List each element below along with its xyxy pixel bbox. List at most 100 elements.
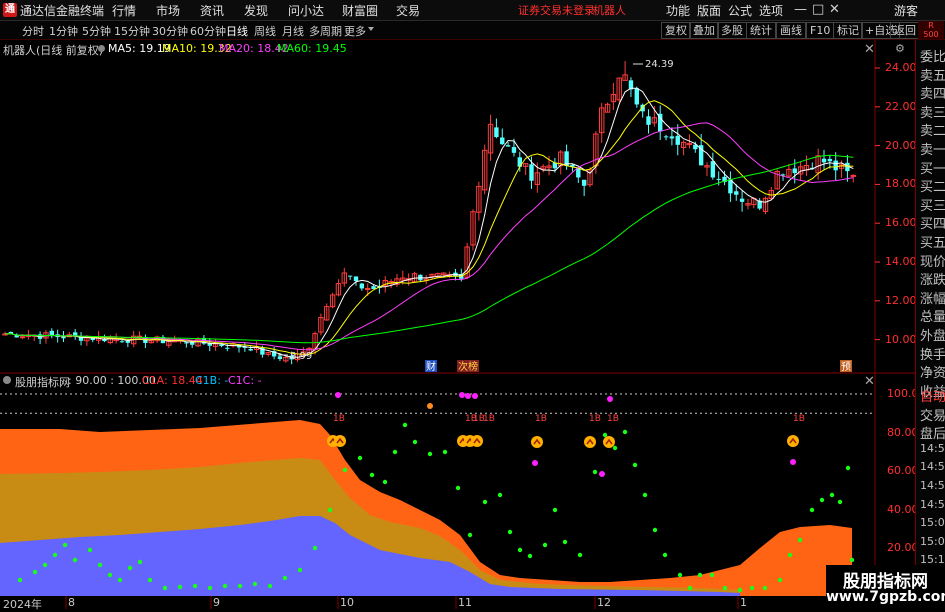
signal-label: 1B: [483, 414, 495, 424]
close-icon[interactable]: ✕: [829, 2, 840, 17]
candle-body: [833, 160, 838, 171]
menu-caifuquan[interactable]: 财富圈: [342, 2, 378, 19]
candle-body: [675, 135, 680, 145]
kline-chart[interactable]: 24.398.99财 次榜预 1B 1B 1B 1B 1B 1B1B 1B: [0, 40, 915, 609]
sidebar-item[interactable]: 14:56: [920, 479, 945, 492]
buy-signal-icon: [584, 436, 596, 448]
period-60min[interactable]: 60分钟: [190, 23, 226, 39]
date-tick-label: 12: [597, 596, 611, 609]
title-bar: 通 通达信金融终端 行情 市场 资讯 发现 问小达 财富圈 交易 证券交易未登录…: [0, 0, 945, 21]
low-price-label: 8.99: [290, 351, 312, 362]
sidebar-item[interactable]: 卖二: [920, 120, 945, 139]
sidebar-item[interactable]: 涨跌: [920, 269, 945, 288]
signal-label: 1B: [333, 414, 345, 424]
sidebar-item[interactable]: 委比: [920, 46, 945, 65]
menu-banmian[interactable]: 版面: [697, 2, 721, 19]
candle-body: [494, 127, 499, 138]
sidebar-item[interactable]: 净资: [920, 362, 945, 381]
price-tick-label: 12.00: [885, 293, 917, 307]
candle-body: [500, 137, 505, 145]
sidebar-item[interactable]: 买三: [920, 195, 945, 214]
period-30min[interactable]: 30分钟: [152, 23, 188, 39]
period-weekly[interactable]: 周线: [254, 23, 276, 39]
signal-dot: [819, 497, 825, 503]
indicator-tick-label: 60.00: [887, 464, 919, 478]
f10-button[interactable]: F10: [806, 22, 835, 39]
sidebar-item[interactable]: 卖四: [920, 83, 945, 102]
menu-zixun[interactable]: 资讯: [200, 2, 224, 19]
level2-badge[interactable]: R 500: [918, 21, 944, 39]
sidebar-item[interactable]: 15:00: [920, 516, 945, 529]
sidebar-item[interactable]: 买四: [920, 213, 945, 232]
sidebar-item[interactable]: 外盘: [920, 325, 945, 344]
guest-button[interactable]: 游客: [894, 2, 918, 19]
maximize-icon[interactable]: □: [812, 2, 824, 17]
login-warning[interactable]: 证券交易未登录: [518, 2, 595, 18]
menu-wenxiaoda[interactable]: 问小达: [288, 2, 324, 19]
sidebar-item[interactable]: 自动: [920, 386, 945, 405]
candle-body: [359, 283, 365, 289]
minimize-icon[interactable]: —: [794, 2, 807, 17]
candle-body: [634, 88, 639, 105]
buy-signal-icon: [334, 435, 346, 447]
signal-dot: [162, 585, 168, 591]
signal-dot: [52, 552, 58, 558]
sidebar-item[interactable]: 换手: [920, 344, 945, 363]
signal-label: 1B: [535, 414, 547, 424]
close-indicator-icon[interactable]: ✕: [864, 374, 875, 389]
huaxian-button[interactable]: 画线: [776, 22, 806, 39]
period-monthly[interactable]: 月线: [282, 23, 304, 39]
menu-shichang[interactable]: 市场: [156, 2, 180, 19]
sidebar-item[interactable]: 15:01: [920, 535, 945, 548]
sidebar-item[interactable]: 卖三: [920, 102, 945, 121]
candle-body: [850, 174, 856, 177]
sidebar-item[interactable]: 14:56: [920, 442, 945, 455]
back-button[interactable]: 返回: [890, 22, 920, 39]
candle-body: [792, 168, 797, 174]
menu-hangqing[interactable]: 行情: [112, 2, 136, 19]
sidebar-item[interactable]: 现价: [920, 251, 945, 270]
sidebar-item[interactable]: 买二: [920, 176, 945, 195]
sidebar-item[interactable]: 交易: [920, 405, 945, 424]
menu-xuanxiang[interactable]: 选项: [759, 2, 783, 19]
menu-gongneng[interactable]: 功能: [666, 2, 690, 19]
candle-body: [686, 143, 693, 146]
magenta-dot: [532, 460, 538, 466]
sidebar-item[interactable]: 14:56: [920, 460, 945, 473]
sidebar-item[interactable]: 买一: [920, 158, 945, 177]
signal-label: 1B: [465, 414, 477, 424]
indicator-settings-icon[interactable]: [3, 376, 11, 384]
biaoji-button[interactable]: 标记: [833, 22, 863, 39]
period-5min[interactable]: 5分钟: [82, 23, 111, 39]
period-15min[interactable]: 15分钟: [114, 23, 150, 39]
signal-dot: [722, 585, 728, 591]
period-1min[interactable]: 1分钟: [49, 23, 78, 39]
sidebar-item[interactable]: 涨幅: [920, 288, 945, 307]
price-tick-label: 14.00: [885, 255, 917, 268]
period-more[interactable]: 更多: [344, 23, 366, 39]
diejia-button[interactable]: 叠加: [689, 22, 719, 39]
candle-body: [821, 158, 827, 163]
period-fenshi[interactable]: 分时: [22, 23, 44, 39]
tongji-button[interactable]: 统计: [746, 22, 776, 39]
candle-body: [184, 342, 189, 344]
fuquan-button[interactable]: 复权: [661, 22, 691, 39]
chevron-down-icon[interactable]: [368, 27, 374, 31]
signal-dot: [147, 577, 153, 583]
signal-label: 1B: [793, 414, 805, 424]
menu-gongshi[interactable]: 公式: [728, 2, 752, 19]
signal-dot: [697, 572, 703, 578]
sidebar-item[interactable]: 买五: [920, 232, 945, 251]
sidebar-item[interactable]: 总量: [920, 306, 945, 325]
sidebar-item[interactable]: 卖五: [920, 65, 945, 84]
menu-faxian[interactable]: 发现: [244, 2, 268, 19]
period-multi[interactable]: 多周期: [309, 23, 342, 39]
signal-dot: [749, 585, 755, 591]
menu-jiaoyi[interactable]: 交易: [396, 2, 420, 19]
signal-dot: [662, 552, 668, 558]
duogu-button[interactable]: 多股: [717, 22, 747, 39]
sidebar-item[interactable]: 14:56: [920, 498, 945, 511]
sidebar-item[interactable]: 卖一: [920, 139, 945, 158]
period-daily[interactable]: 日线: [226, 23, 248, 39]
sidebar-item[interactable]: 盘后: [920, 423, 945, 442]
